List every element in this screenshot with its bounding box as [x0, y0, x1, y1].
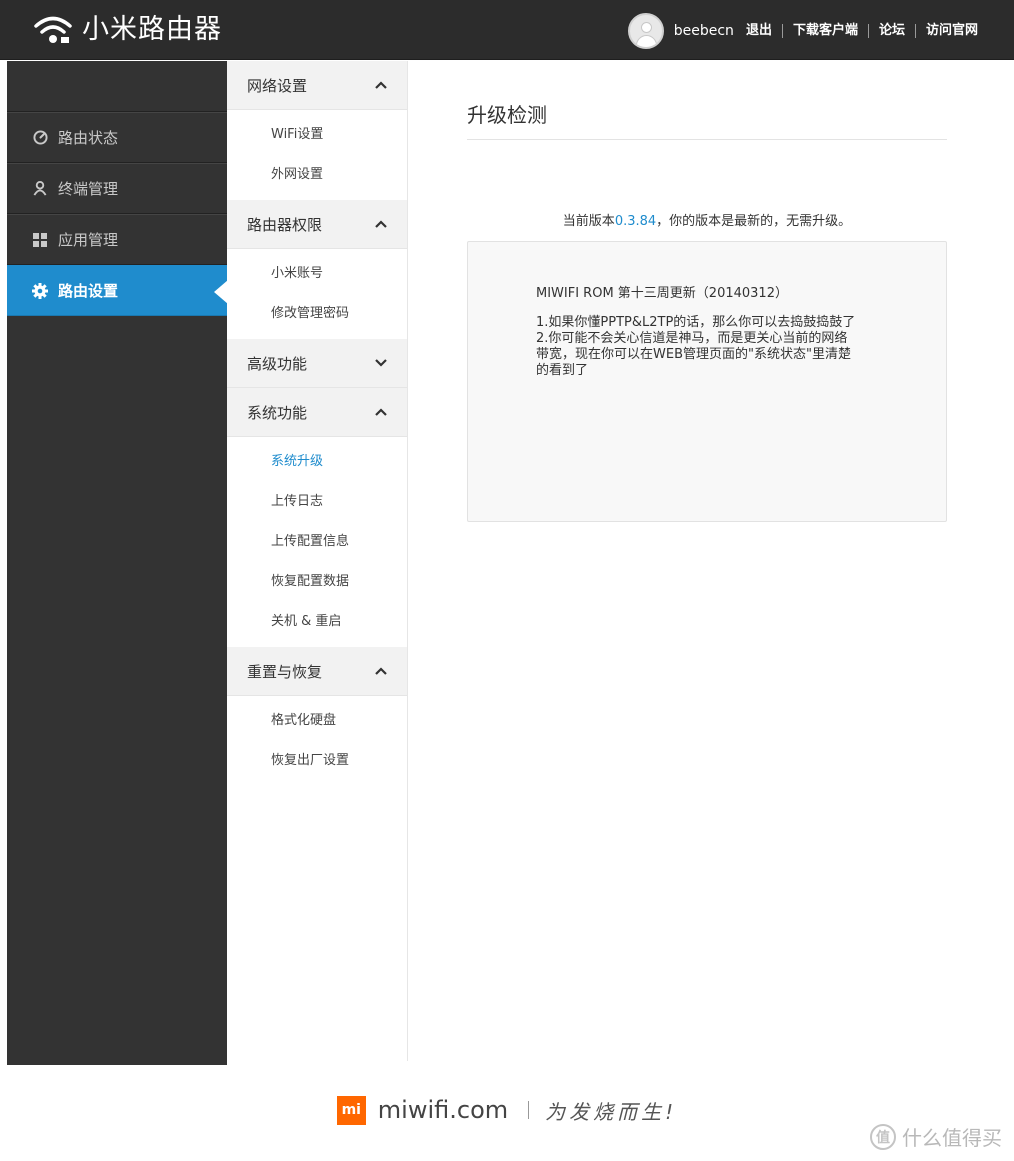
- submenu-item-upload-log[interactable]: 上传日志: [227, 482, 407, 522]
- submenu-item-wan-settings[interactable]: 外网设置: [227, 155, 407, 195]
- version-suffix: ，你的版本是最新的，无需升级。: [656, 214, 852, 229]
- user-icon: [32, 181, 48, 197]
- group-title: 路由器权限: [247, 215, 323, 234]
- footer-domain[interactable]: miwifi.com: [378, 1096, 508, 1124]
- logo[interactable]: 小米路由器: [33, 13, 222, 47]
- sidebar-item-label: 路由状态: [58, 129, 119, 147]
- user-area: beebecn 退出 下载客户端 论坛 访问官网: [627, 13, 978, 49]
- apps-grid-icon: [32, 232, 48, 248]
- page-title: 升级检测: [467, 103, 947, 140]
- chevron-up-icon: [375, 218, 387, 230]
- version-status: 当前版本0.3.84，你的版本是最新的，无需升级。: [467, 213, 947, 231]
- submenu-item-system-upgrade[interactable]: 系统升级: [227, 442, 407, 482]
- group-network-settings[interactable]: 网络设置: [227, 61, 407, 110]
- group-title: 网络设置: [247, 76, 308, 95]
- sidebar-item-apps[interactable]: 应用管理: [7, 214, 227, 265]
- submenu-item-restore-config[interactable]: 恢复配置数据: [227, 562, 407, 602]
- forum-link[interactable]: 论坛: [867, 24, 915, 38]
- release-notes-title: MIWIFI ROM 第十三周更新（20140312）: [536, 286, 788, 301]
- sidebar-item-label: 应用管理: [58, 231, 119, 249]
- chevron-down-icon: [375, 357, 387, 369]
- group-reset-restore[interactable]: 重置与恢复: [227, 647, 407, 696]
- group-advanced-features[interactable]: 高级功能: [227, 339, 407, 388]
- release-note-line: 1.如果你懂PPTP&L2TP的话，那么你可以去捣鼓捣鼓了: [536, 315, 856, 330]
- sidebar-item-label: 路由设置: [58, 282, 119, 300]
- submenu-item-format-disk[interactable]: 格式化硬盘: [227, 701, 407, 741]
- group-title: 高级功能: [247, 354, 308, 373]
- app-title: 小米路由器: [82, 14, 222, 45]
- download-client-link[interactable]: 下载客户端: [781, 24, 868, 38]
- group-title: 系统功能: [247, 403, 308, 422]
- watermark-icon: 值: [870, 1123, 896, 1150]
- official-site-link[interactable]: 访问官网: [914, 24, 978, 38]
- username[interactable]: beebecn: [674, 23, 734, 39]
- mi-logo-icon: mi: [336, 1095, 366, 1125]
- footer: mi miwifi.com 为发烧而生!: [0, 1090, 1014, 1130]
- submenu-item-change-admin-password[interactable]: 修改管理密码: [227, 294, 407, 334]
- release-note-line: 的看到了: [536, 363, 589, 378]
- submenu-item-mi-account[interactable]: 小米账号: [227, 254, 407, 294]
- group-router-permissions[interactable]: 路由器权限: [227, 200, 407, 249]
- release-note-line: 2.你可能不会关心信道是神马，而是更关心当前的网络: [536, 331, 848, 346]
- wifi-logo-icon: [33, 15, 73, 45]
- chevron-up-icon: [375, 406, 387, 418]
- footer-slogan: 为发烧而生!: [545, 1099, 678, 1124]
- main-content: 升级检测 当前版本0.3.84，你的版本是最新的，无需升级。 MIWIFI RO…: [467, 61, 947, 522]
- watermark-text: 什么值得买: [902, 1126, 1002, 1150]
- group-title: 重置与恢复: [247, 662, 323, 681]
- version-number: 0.3.84: [614, 214, 657, 229]
- avatar[interactable]: [627, 13, 664, 49]
- sidebar: 路由状态 终端管理 应用管理 路由设置: [7, 61, 228, 1065]
- version-prefix: 当前版本: [562, 214, 615, 229]
- gear-icon: [32, 282, 48, 299]
- submenu-item-factory-reset[interactable]: 恢复出厂设置: [227, 741, 407, 781]
- submenu-item-upload-config[interactable]: 上传配置信息: [227, 522, 407, 562]
- logout-link[interactable]: 退出: [746, 24, 782, 38]
- release-notes-box: MIWIFI ROM 第十三周更新（20140312） 1.如果你懂PPTP&L…: [467, 241, 947, 522]
- sidebar-item-router-status[interactable]: 路由状态: [7, 112, 227, 163]
- settings-submenu: 网络设置 WiFi设置 外网设置 路由器权限 小米账号 修改管理密码 高级功能 …: [227, 61, 408, 1061]
- release-note-line: 带宽，现在你可以在WEB管理页面的"系统状态"里清楚: [536, 347, 851, 362]
- sidebar-item-label: 终端管理: [58, 180, 119, 198]
- sidebar-item-terminals[interactable]: 终端管理: [7, 163, 227, 214]
- gauge-icon: [32, 130, 48, 146]
- chevron-up-icon: [375, 665, 387, 677]
- submenu-item-wifi-settings[interactable]: WiFi设置: [227, 115, 407, 155]
- watermark: 值 什么值得买: [870, 1122, 1002, 1151]
- sidebar-item-router-settings[interactable]: 路由设置: [7, 265, 228, 316]
- group-system-functions[interactable]: 系统功能: [227, 388, 407, 437]
- top-bar: 小米路由器 beebecn 退出 下载客户端 论坛 访问官网: [0, 0, 1014, 60]
- submenu-item-shutdown-restart[interactable]: 关机 & 重启: [227, 602, 407, 642]
- chevron-up-icon: [375, 79, 387, 91]
- active-indicator: [214, 280, 228, 304]
